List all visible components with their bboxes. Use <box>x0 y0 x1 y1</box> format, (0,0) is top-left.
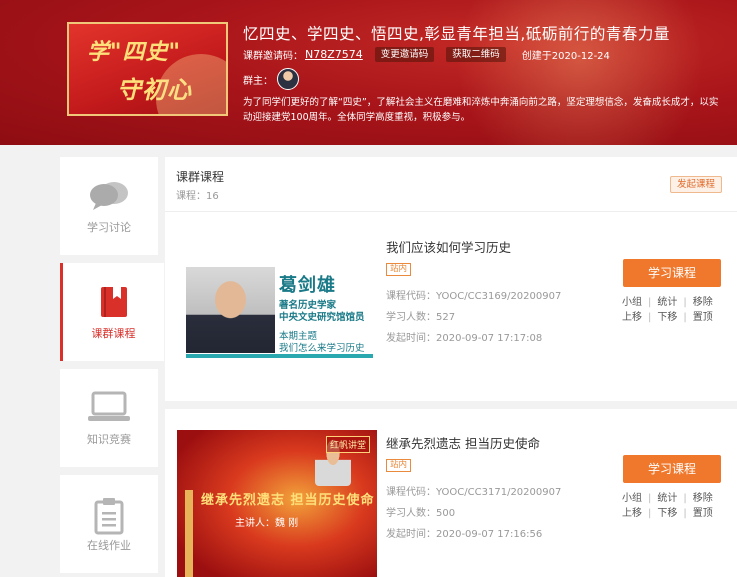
course-count: 课程：16 <box>176 191 219 202</box>
laptop-icon <box>88 391 130 421</box>
move-up-action[interactable]: 上移 <box>622 312 642 323</box>
owner-avatar[interactable] <box>277 68 299 90</box>
sidebar-item-label: 在线作业 <box>87 539 131 552</box>
launch-course-button[interactable]: 发起课程 <box>670 176 722 193</box>
sidebar-item-quiz[interactable]: 知识竞赛 <box>60 369 158 467</box>
course-published: 发起时间：2020-09-07 17:16:56 <box>386 529 543 540</box>
page-title: 忆四史、学四史、悟四史,彰显青年担当,砥砺前行的青春力量 <box>243 25 670 43</box>
group-action[interactable]: 小组 <box>622 297 642 308</box>
course-card: 葛剑雄 著名历史学家 中央文史研究馆馆员 本期主题 我们怎么来学习历史 我们应该… <box>165 213 737 409</box>
group-action[interactable]: 小组 <box>622 493 642 504</box>
owner-row: 群主： <box>243 68 299 90</box>
study-course-button[interactable]: 学习课程 <box>623 455 721 483</box>
cover-text-line1: 学"四史" <box>87 39 181 65</box>
course-code: 课程代码：YOOC/CC3169/20200907 <box>386 291 562 302</box>
course-title[interactable]: 继承先烈遗志 担当历史使命 <box>386 433 540 452</box>
course-thumbnail[interactable]: 葛剑雄 著名历史学家 中央文史研究馆馆员 本期主题 我们怎么来学习历史 <box>186 267 373 358</box>
invite-row: 课群邀请码： N78Z7574 变更邀请码 获取二维码 创建于2020-12-2… <box>243 46 610 62</box>
description-line: 为了同学们更好的了解“四史”，了解社会主义在磨难和淬炼中奔涌向前之路，坚定理想信… <box>243 97 719 108</box>
thumb-subtitle: 我们怎么来学习历史 <box>279 343 365 354</box>
course-tag: 站内 <box>386 263 412 276</box>
sidebar-item-courses[interactable]: 课群课程 <box>60 263 164 361</box>
thumb-headline: 继承先烈遗志 担当历史使命 <box>201 493 375 508</box>
course-actions: 小组 | 统计 | 移除 上移 | 下移 | 置顶 <box>622 297 713 323</box>
change-invite-button[interactable]: 变更邀请码 <box>374 46 435 62</box>
course-code: 课程代码：YOOC/CC3171/20200907 <box>386 487 562 498</box>
thumb-pillar <box>185 490 193 577</box>
move-up-action[interactable]: 上移 <box>622 508 642 519</box>
course-learners: 学习人数：500 <box>386 508 456 519</box>
thumb-lecturer-name: 葛剑雄 <box>279 275 336 296</box>
clipboard-icon <box>94 498 124 535</box>
chat-bubbles-icon <box>90 182 128 210</box>
sidebar-item-label: 学习讨论 <box>87 221 131 234</box>
book-icon <box>100 287 127 317</box>
get-qr-button[interactable]: 获取二维码 <box>446 46 506 62</box>
lecturer-photo <box>186 267 275 353</box>
course-card: 红帆讲堂 继承先烈遗志 担当历史使命 主讲人：魏 刚 继承先烈遗志 担当历史使命… <box>165 413 737 577</box>
course-learners: 学习人数：527 <box>386 312 456 323</box>
pin-top-action[interactable]: 置顶 <box>693 508 713 519</box>
panel-header: 课群课程 课程：16 发起课程 <box>165 157 737 212</box>
owner-label: 群主： <box>243 75 273 87</box>
created-date: 创建于2020-12-24 <box>521 50 610 62</box>
course-title[interactable]: 我们应该如何学习历史 <box>386 237 511 256</box>
pin-top-action[interactable]: 置顶 <box>693 312 713 323</box>
sidebar-item-homework[interactable]: 在线作业 <box>60 475 158 573</box>
study-course-button[interactable]: 学习课程 <box>623 259 721 287</box>
sidebar-item-label: 知识竞赛 <box>87 433 131 446</box>
thumb-speaker: 主讲人：魏 刚 <box>235 518 299 529</box>
course-published: 发起时间：2020-09-07 17:17:08 <box>386 333 543 344</box>
course-list-panel: 课群课程 课程：16 发起课程 葛剑雄 著名历史学家 中央文史研究馆馆员 本期主… <box>165 157 737 577</box>
thumb-badge: 红帆讲堂 <box>325 436 370 453</box>
sidebar-item-discussion[interactable]: 学习讨论 <box>60 157 158 255</box>
course-description: 为了同学们更好的了解“四史”，了解社会主义在磨难和淬炼中奔涌向前之路，坚定理想信… <box>243 95 737 125</box>
invite-label: 课群邀请码： <box>243 50 303 62</box>
course-actions: 小组 | 统计 | 移除 上移 | 下移 | 置顶 <box>622 493 713 519</box>
stats-action[interactable]: 统计 <box>657 493 677 504</box>
remove-action[interactable]: 移除 <box>693 297 713 308</box>
move-down-action[interactable]: 下移 <box>657 508 677 519</box>
description-line: 动迎接建党100周年。全体同学高度重视，积极参与。 <box>243 112 471 123</box>
course-cover-image: 学"四史" 守初心 <box>67 22 228 116</box>
course-group-banner: 学"四史" 守初心 忆四史、学四史、悟四史,彰显青年担当,砥砺前行的青春力量 课… <box>0 0 737 145</box>
stats-action[interactable]: 统计 <box>657 297 677 308</box>
sidebar-item-label: 课群课程 <box>91 327 136 340</box>
move-down-action[interactable]: 下移 <box>657 312 677 323</box>
panel-title: 课群课程 <box>176 170 225 184</box>
thumb-accent-bar <box>186 354 373 358</box>
thumb-subtitle: 中央文史研究馆馆员 <box>279 312 365 323</box>
remove-action[interactable]: 移除 <box>693 493 713 504</box>
course-tag: 站内 <box>386 459 412 472</box>
course-thumbnail[interactable]: 红帆讲堂 继承先烈遗志 担当历史使命 主讲人：魏 刚 <box>177 430 377 577</box>
invite-code[interactable]: N78Z7574 <box>305 48 363 61</box>
